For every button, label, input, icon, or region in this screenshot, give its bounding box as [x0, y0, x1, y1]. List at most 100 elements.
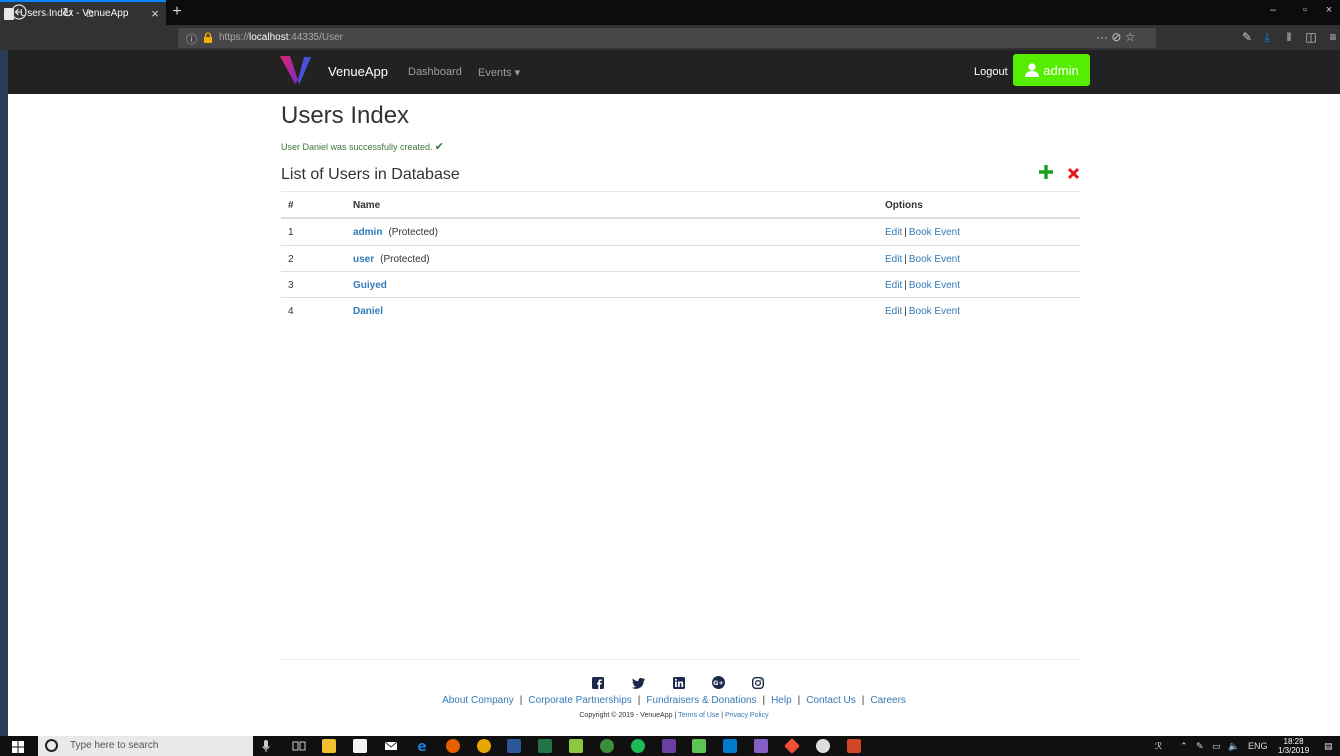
footer-divider — [281, 659, 1080, 660]
excel-icon[interactable] — [538, 739, 552, 753]
url-text[interactable]: https://localhost:44335/User — [219, 32, 343, 43]
edge-icon[interactable]: e — [415, 739, 429, 755]
language-indicator[interactable]: ENG — [1248, 741, 1268, 751]
user-link[interactable]: user — [353, 254, 374, 265]
close-window-icon[interactable]: × — [1322, 4, 1336, 16]
restore-icon[interactable]: ▫ — [1298, 4, 1312, 16]
battery-icon[interactable]: ▭ — [1212, 741, 1221, 752]
pen-icon[interactable]: ✎ — [1196, 741, 1204, 752]
edit-link[interactable]: Edit — [885, 306, 902, 317]
header-name: Name — [353, 200, 381, 211]
footer-link-contact[interactable]: Contact Us — [806, 695, 855, 706]
footer-link-about[interactable]: About Company — [442, 695, 514, 706]
edit-link[interactable]: Edit — [885, 227, 902, 238]
footer-links: About Company | Corporate Partnerships | Fun… — [442, 695, 906, 706]
header-options: Options — [885, 200, 923, 211]
info-icon[interactable]: ⓘ — [186, 31, 197, 47]
svg-text:e: e — [417, 739, 427, 753]
app-icon-circle[interactable] — [816, 739, 830, 753]
word-icon[interactable] — [507, 739, 521, 753]
protected-label: (Protected) — [380, 254, 430, 265]
facebook-icon[interactable] — [592, 676, 604, 694]
terms-link[interactable]: Terms of Use — [678, 712, 719, 719]
instagram-icon[interactable] — [751, 676, 765, 694]
delete-icon[interactable] — [1067, 167, 1080, 185]
user-link[interactable]: Daniel — [353, 306, 383, 317]
book-event-link[interactable]: Book Event — [909, 254, 960, 265]
task-view-icon[interactable] — [292, 739, 306, 753]
footer-link-help[interactable]: Help — [771, 695, 792, 706]
clock[interactable]: 18:28 1/3/2019 — [1278, 737, 1309, 755]
home-icon[interactable]: ⌂ — [81, 4, 99, 22]
add-user-icon[interactable] — [1038, 164, 1054, 185]
brand-link[interactable]: VenueApp — [328, 64, 388, 79]
search-placeholder: Type here to search — [70, 740, 159, 751]
spotify-icon[interactable] — [631, 739, 645, 753]
admin-account-button[interactable]: admin — [1013, 54, 1090, 86]
row-name: Daniel — [353, 306, 383, 317]
table-header-row: # Name Options — [281, 191, 1080, 217]
mail-icon[interactable] — [384, 739, 398, 753]
user-icon — [1025, 63, 1040, 77]
svg-text:G+: G+ — [713, 679, 724, 687]
store-icon[interactable] — [353, 739, 367, 753]
row-options: Edit | Book Event — [885, 306, 960, 317]
nav-dashboard-link[interactable]: Dashboard — [408, 66, 462, 78]
close-tab-icon[interactable]: × — [148, 6, 162, 21]
new-tab-button[interactable]: + — [170, 3, 184, 21]
edit-link[interactable]: Edit — [885, 254, 902, 265]
web-page: VenueApp Dashboard Events ▾ Logout admin… — [8, 50, 1340, 736]
book-event-link[interactable]: Book Event — [909, 306, 960, 317]
minimize-icon[interactable]: – — [1266, 4, 1280, 16]
footer-link-careers[interactable]: Careers — [870, 695, 906, 706]
people-icon[interactable]: ℛ — [1155, 741, 1162, 752]
wrench-icon[interactable]: ✎ — [1240, 30, 1254, 44]
row-number: 2 — [288, 254, 294, 265]
library-icon[interactable]: ‖ — [1282, 30, 1296, 44]
firefox-icon[interactable] — [446, 739, 460, 753]
powerpoint-icon[interactable] — [847, 739, 861, 753]
sidebar-icon[interactable]: ◫ — [1304, 30, 1318, 44]
node-icon[interactable] — [692, 739, 706, 753]
volume-icon[interactable]: 🔈 — [1228, 741, 1239, 752]
notifications-icon[interactable]: ▤ — [1324, 741, 1333, 752]
page-actions-icons[interactable]: ··· ⊘ ☆ — [1096, 30, 1156, 44]
file-explorer-icon[interactable] — [322, 739, 336, 753]
header-number: # — [288, 200, 294, 211]
book-event-link[interactable]: Book Event — [909, 280, 960, 291]
reload-icon[interactable]: ↻ — [59, 4, 77, 22]
nav-events-dropdown[interactable]: Events ▾ — [478, 66, 520, 79]
twitter-icon[interactable] — [632, 676, 645, 694]
visual-studio-icon[interactable] — [754, 739, 768, 753]
row-name: admin (Protected) — [353, 227, 438, 238]
windows-start-icon[interactable] — [12, 740, 24, 756]
google-plus-icon[interactable]: G+ — [712, 676, 725, 694]
warning-lock-icon[interactable] — [203, 31, 213, 43]
clock-time: 18:28 — [1283, 737, 1304, 746]
row-options: Edit | Book Event — [885, 280, 960, 291]
footer-link-fundraisers[interactable]: Fundraisers & Donations — [646, 695, 756, 706]
app-icon-green[interactable] — [569, 739, 583, 753]
download-icon[interactable]: ⤓ — [1260, 30, 1274, 45]
linkedin-icon[interactable] — [673, 676, 685, 694]
app-icon-leaf[interactable] — [600, 739, 614, 753]
venueapp-logo[interactable] — [278, 54, 312, 86]
logout-link[interactable]: Logout — [974, 66, 1008, 78]
tray-chevron-icon[interactable]: ⌃ — [1180, 741, 1188, 752]
microphone-icon[interactable] — [262, 739, 270, 753]
vscode-icon[interactable] — [723, 739, 737, 753]
book-event-link[interactable]: Book Event — [909, 227, 960, 238]
privacy-link[interactable]: Privacy Policy — [725, 712, 769, 719]
chrome-icon[interactable] — [477, 739, 491, 753]
row-options: Edit | Book Event — [885, 227, 960, 238]
edit-link[interactable]: Edit — [885, 280, 902, 291]
back-arrow-icon[interactable] — [10, 4, 28, 22]
user-link[interactable]: admin — [353, 227, 382, 238]
users-table: # Name Options 1 admin (Protected) Edit | B… — [281, 191, 1080, 323]
row-number: 4 — [288, 306, 294, 317]
footer-link-partnerships[interactable]: Corporate Partnerships — [528, 695, 631, 706]
forward-arrow-icon[interactable]: → — [36, 4, 54, 22]
slack-icon[interactable] — [662, 739, 676, 753]
user-link[interactable]: Guiyed — [353, 280, 387, 291]
menu-icon[interactable]: ≡ — [1326, 30, 1340, 44]
